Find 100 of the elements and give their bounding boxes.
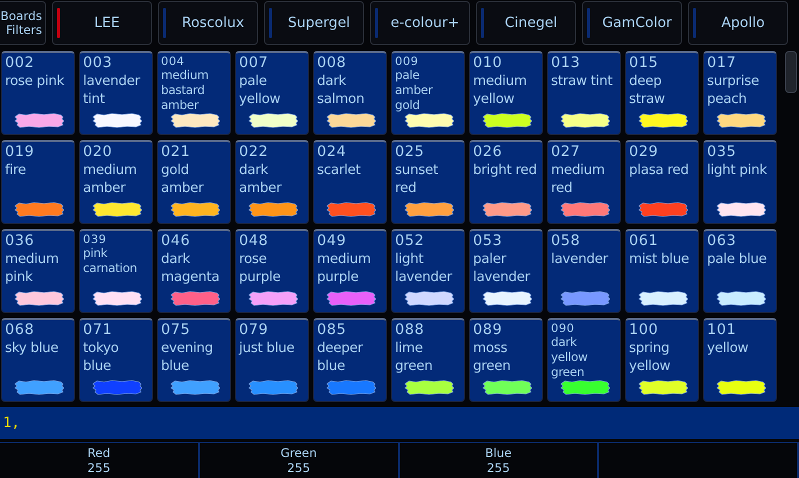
gel-number: 089 (473, 322, 502, 339)
gel-number: 024 (317, 144, 346, 161)
parameter-cell[interactable]: Blue 255 (400, 443, 600, 478)
gel-tile[interactable]: 019 fire (1, 140, 75, 224)
boards-filters-button[interactable]: Boards Filters (0, 1, 46, 45)
gel-name: deeper blue (317, 339, 364, 375)
gel-number: 013 (551, 55, 580, 72)
gel-tile[interactable]: 048 rose purple (235, 229, 309, 313)
gel-tile[interactable]: 004 medium bastard amber (157, 51, 231, 135)
gel-tile[interactable]: 053 paler lavender (469, 229, 543, 313)
gel-number: 003 (83, 55, 112, 72)
library-tab[interactable]: e-colour+ (370, 1, 470, 45)
gel-name: tokyo blue (83, 339, 120, 375)
gel-tile[interactable]: 026 bright red (469, 140, 543, 224)
gel-number: 021 (161, 144, 190, 161)
library-tab[interactable]: Supergel (264, 1, 364, 45)
gel-tile[interactable]: 089 moss green (469, 318, 543, 402)
gel-number: 029 (629, 144, 658, 161)
gel-tile[interactable]: 003 lavender tint (79, 51, 153, 135)
gel-number: 088 (395, 322, 424, 339)
gel-number: 026 (473, 144, 502, 161)
gel-number: 017 (707, 55, 736, 72)
gel-number: 004 (161, 55, 184, 68)
gel-tile[interactable]: 008 dark salmon (313, 51, 387, 135)
gel-number: 019 (5, 144, 34, 161)
gel-tile[interactable]: 049 medium purple (313, 229, 387, 313)
gel-tile[interactable]: 025 sunset red (391, 140, 465, 224)
gel-name: moss green (473, 339, 512, 375)
parameter-value: 255 (486, 460, 510, 476)
gel-tile[interactable]: 075 evening blue (157, 318, 231, 402)
gel-number: 039 (83, 233, 106, 246)
gel-tile[interactable]: 027 medium red (547, 140, 621, 224)
gel-tile[interactable]: 061 mist blue (625, 229, 699, 313)
gel-name: medium yellow (473, 72, 528, 108)
gel-tile[interactable]: 100 spring yellow (625, 318, 699, 402)
gel-number: 002 (5, 55, 34, 72)
library-tab[interactable]: LEE (52, 1, 152, 45)
gel-name: deep straw (629, 72, 666, 108)
gel-name: pale yellow (239, 72, 282, 108)
gel-tile[interactable]: 024 scarlet (313, 140, 387, 224)
gel-name: evening blue (161, 339, 214, 375)
gel-number: 010 (473, 55, 502, 72)
gel-tile[interactable]: 090 dark yellow green (547, 318, 621, 402)
parameter-label: Red (87, 446, 110, 460)
gel-number: 063 (707, 233, 736, 250)
gel-name: sky blue (5, 339, 58, 357)
gel-name: dark amber (239, 161, 283, 197)
gel-tile[interactable]: 079 just blue (235, 318, 309, 402)
gel-tile[interactable]: 021 gold amber (157, 140, 231, 224)
gel-name: sunset red (395, 161, 439, 197)
library-tab[interactable]: Roscolux (158, 1, 258, 45)
parameter-label: Blue (485, 446, 512, 460)
gel-tile[interactable]: 002 rose pink (1, 51, 75, 135)
gel-tile[interactable]: 071 tokyo blue (79, 318, 153, 402)
gel-tile[interactable]: 068 sky blue (1, 318, 75, 402)
gel-tile[interactable]: 101 yellow (703, 318, 777, 402)
parameter-cell[interactable]: Green 255 (200, 443, 400, 478)
gel-number: 075 (161, 322, 190, 339)
gel-tile[interactable]: 085 deeper blue (313, 318, 387, 402)
library-tab[interactable]: Apollo (688, 1, 788, 45)
gel-tile[interactable]: 036 medium pink (1, 229, 75, 313)
gel-name: medium red (551, 161, 606, 197)
gel-number: 085 (317, 322, 346, 339)
gel-name: yellow (707, 339, 748, 357)
parameter-cell[interactable]: Red 255 (0, 443, 200, 478)
gel-tile[interactable]: 013 straw tint (547, 51, 621, 135)
parameter-label: Green (280, 446, 317, 460)
gel-name: mist blue (629, 250, 690, 268)
gel-tile[interactable]: 009 pale amber gold (391, 51, 465, 135)
gel-tile[interactable]: 029 plasa red (625, 140, 699, 224)
gel-tile[interactable]: 058 lavender (547, 229, 621, 313)
gel-name: dark magenta (161, 250, 220, 286)
gel-tile[interactable]: 022 dark amber (235, 140, 309, 224)
gel-tile[interactable]: 063 pale blue (703, 229, 777, 313)
gel-tile[interactable]: 010 medium yellow (469, 51, 543, 135)
gel-tile[interactable]: 052 light lavender (391, 229, 465, 313)
gel-name: lavender tint (83, 72, 142, 108)
gel-name: spring yellow (629, 339, 672, 375)
gel-name: rose pink (5, 72, 64, 90)
gel-tile[interactable]: 039 pink carnation (79, 229, 153, 313)
gel-name: dark salmon (317, 72, 366, 108)
gel-name: light pink (707, 161, 767, 179)
scroll-thumb[interactable] (785, 51, 797, 93)
gel-tile[interactable]: 046 dark magenta (157, 229, 231, 313)
gel-tile[interactable]: 020 medium amber (79, 140, 153, 224)
gel-tile[interactable]: 017 surprise peach (703, 51, 777, 135)
gel-name: straw tint (551, 72, 612, 90)
gel-tile[interactable]: 015 deep straw (625, 51, 699, 135)
library-tab[interactable]: GamColor (582, 1, 682, 45)
gel-name: medium amber (83, 161, 138, 197)
gel-tile[interactable]: 088 lime green (391, 318, 465, 402)
gel-number: 020 (83, 144, 112, 161)
gel-tile[interactable]: 007 pale yellow (235, 51, 309, 135)
gel-name: medium bastard amber (161, 68, 210, 113)
gel-name: medium purple (317, 250, 372, 286)
gel-name: light lavender (395, 250, 454, 286)
gel-tile[interactable]: 035 light pink (703, 140, 777, 224)
gel-number: 025 (395, 144, 424, 161)
gel-name: rose purple (239, 250, 282, 286)
library-tab[interactable]: Cinegel (476, 1, 576, 45)
